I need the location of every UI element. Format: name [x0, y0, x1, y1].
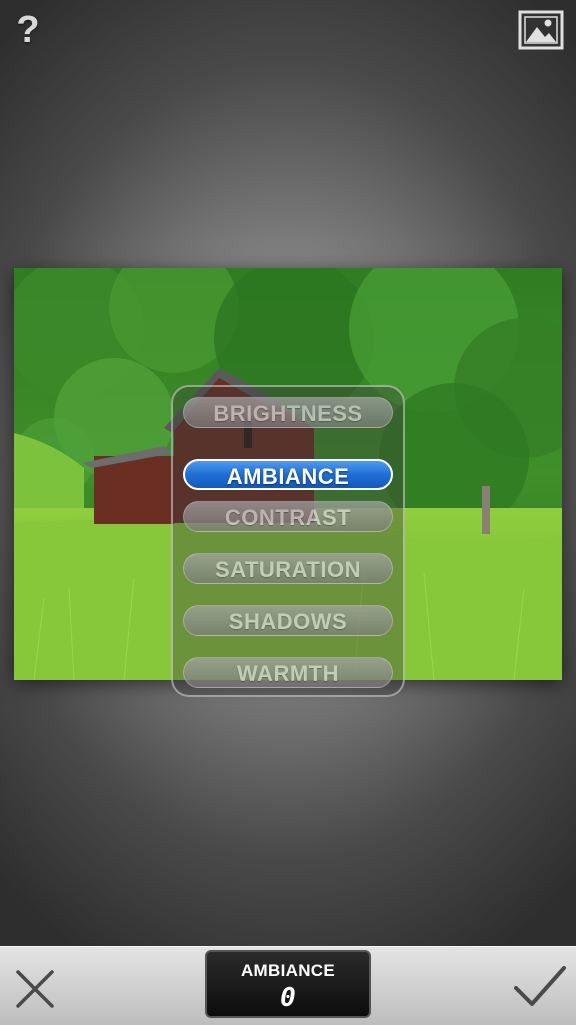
apply-button[interactable]: [512, 962, 568, 1012]
menu-item-shadows[interactable]: SHADOWS: [183, 605, 393, 636]
help-button[interactable]: ?: [12, 10, 44, 50]
menu-item-saturation[interactable]: SATURATION: [183, 553, 393, 584]
menu-item-warmth[interactable]: WARMTH: [183, 657, 393, 688]
checkmark-icon: [514, 966, 566, 1006]
menu-item-brightness[interactable]: BRIGHTNESS: [183, 397, 393, 428]
cancel-button[interactable]: [12, 966, 58, 1012]
adjust-menu[interactable]: BRIGHTNESS AMBIANCE CONTRAST SATURATION …: [171, 385, 405, 697]
image-gallery-icon: [518, 10, 564, 50]
menu-item-ambiance[interactable]: AMBIANCE: [183, 459, 393, 490]
menu-item-contrast[interactable]: CONTRAST: [183, 501, 393, 532]
parameter-display: AMBIANCE 0: [205, 950, 371, 1018]
parameter-name: AMBIANCE: [240, 961, 335, 980]
parameter-value: 0: [280, 983, 296, 1013]
close-icon: [16, 970, 54, 1008]
gallery-button[interactable]: [518, 10, 564, 50]
